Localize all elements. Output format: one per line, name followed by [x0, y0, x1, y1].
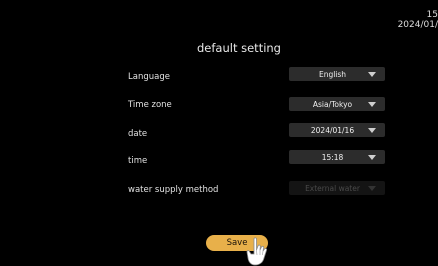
- clock-time: 15: [426, 10, 438, 20]
- chevron-down-icon: [368, 154, 376, 160]
- date-label: date: [128, 129, 148, 139]
- chevron-down-icon: [368, 127, 376, 133]
- language-value: English: [318, 69, 347, 79]
- time-zone-value: Asia/Tokyo: [312, 99, 353, 109]
- time-zone-dropdown[interactable]: Asia/Tokyo: [289, 97, 385, 111]
- time-label: time: [128, 156, 148, 166]
- time-value: 15:18: [321, 152, 344, 162]
- date-dropdown[interactable]: 2024/01/16: [289, 123, 385, 137]
- water-supply-label: water supply method: [128, 185, 219, 195]
- chevron-down-icon: [368, 101, 376, 107]
- page-title: default setting: [197, 41, 281, 55]
- language-label: Language: [128, 72, 170, 82]
- chevron-down-icon: [368, 71, 376, 77]
- clock-date: 2024/01/: [397, 20, 438, 30]
- water-supply-value: External water: [305, 183, 360, 193]
- status-clock: 15 2024/01/: [378, 10, 438, 30]
- chevron-down-icon: [368, 185, 376, 191]
- date-value: 2024/01/16: [310, 125, 355, 135]
- language-dropdown[interactable]: English: [289, 67, 385, 81]
- time-dropdown[interactable]: 15:18: [289, 150, 385, 164]
- time-zone-label: Time zone: [128, 100, 172, 110]
- water-supply-dropdown: External water: [289, 181, 385, 195]
